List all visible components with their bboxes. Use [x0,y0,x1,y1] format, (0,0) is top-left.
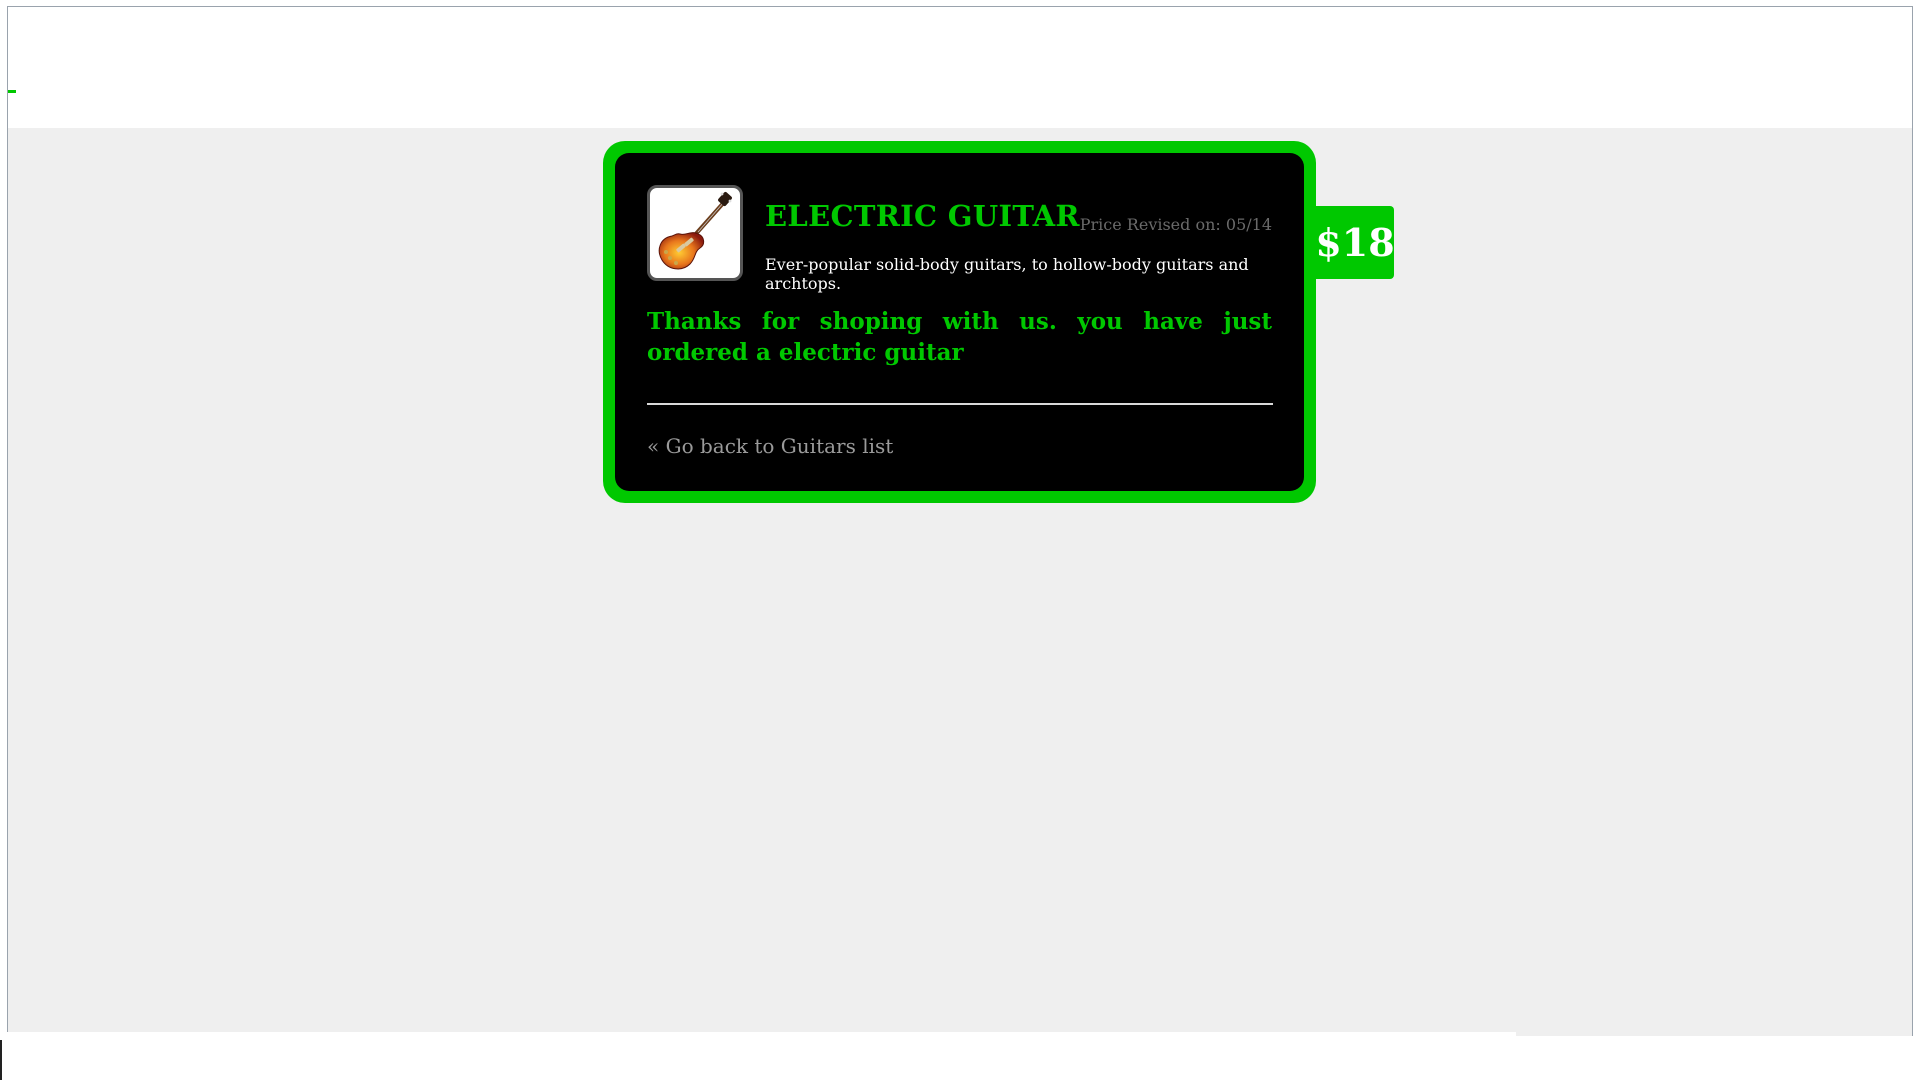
price-tag: $18 [1315,206,1395,279]
taskbar-strip [0,1032,1516,1080]
order-confirmation-message: Thanks for shoping with us. you have jus… [647,308,1272,366]
divider [647,403,1273,405]
product-description: Ever-popular solid-body guitars, to holl… [765,255,1249,293]
back-to-guitars-link[interactable]: « Go back to Guitars list [647,434,893,458]
product-card: ELECTRIC GUITAR Price Revised on: 05/14 … [603,141,1316,503]
product-image [647,185,743,281]
window-right-edge [1913,0,1920,1040]
price-revised-date: Price Revised on: 05/14 [1079,215,1272,234]
product-title: ELECTRIC GUITAR [765,199,1080,233]
electric-guitar-icon [658,192,732,270]
text-cursor [0,1040,2,1080]
status-indicator [8,90,16,93]
product-card-body: ELECTRIC GUITAR Price Revised on: 05/14 … [615,153,1304,491]
header-band [8,7,1912,128]
